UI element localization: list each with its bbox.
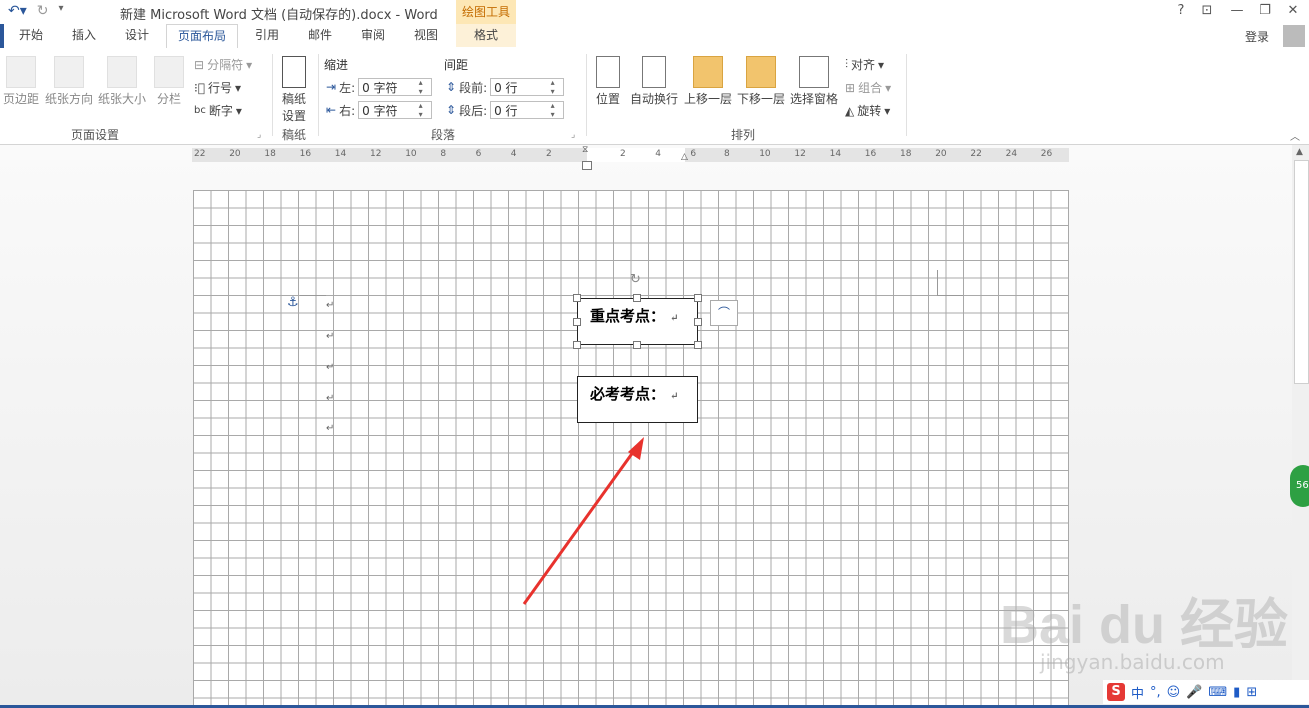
emoji-icon[interactable]: ☺: [1167, 685, 1181, 700]
side-floating-badge[interactable]: 56: [1290, 465, 1309, 507]
ime-toolbar: S 中 °, ☺ 🎤 ⌨ ▮ ⊞: [1103, 680, 1309, 704]
baidu-watermark-url: jingyan.baidu.com: [1040, 650, 1225, 674]
toolbox-icon[interactable]: ⊞: [1246, 685, 1257, 700]
skin-icon[interactable]: ▮: [1233, 685, 1240, 700]
scroll-up-icon[interactable]: ▲: [1296, 147, 1303, 157]
keyboard-icon[interactable]: ⌨: [1208, 685, 1227, 700]
scrollbar-thumb[interactable]: [1294, 160, 1309, 384]
ime-language-toggle[interactable]: 中: [1131, 683, 1144, 702]
microphone-icon[interactable]: 🎤: [1186, 685, 1202, 700]
sogou-logo-icon[interactable]: S: [1107, 683, 1125, 701]
ime-punctuation-toggle[interactable]: °,: [1150, 685, 1161, 700]
baidu-watermark: Bai du 经验: [1000, 595, 1289, 655]
